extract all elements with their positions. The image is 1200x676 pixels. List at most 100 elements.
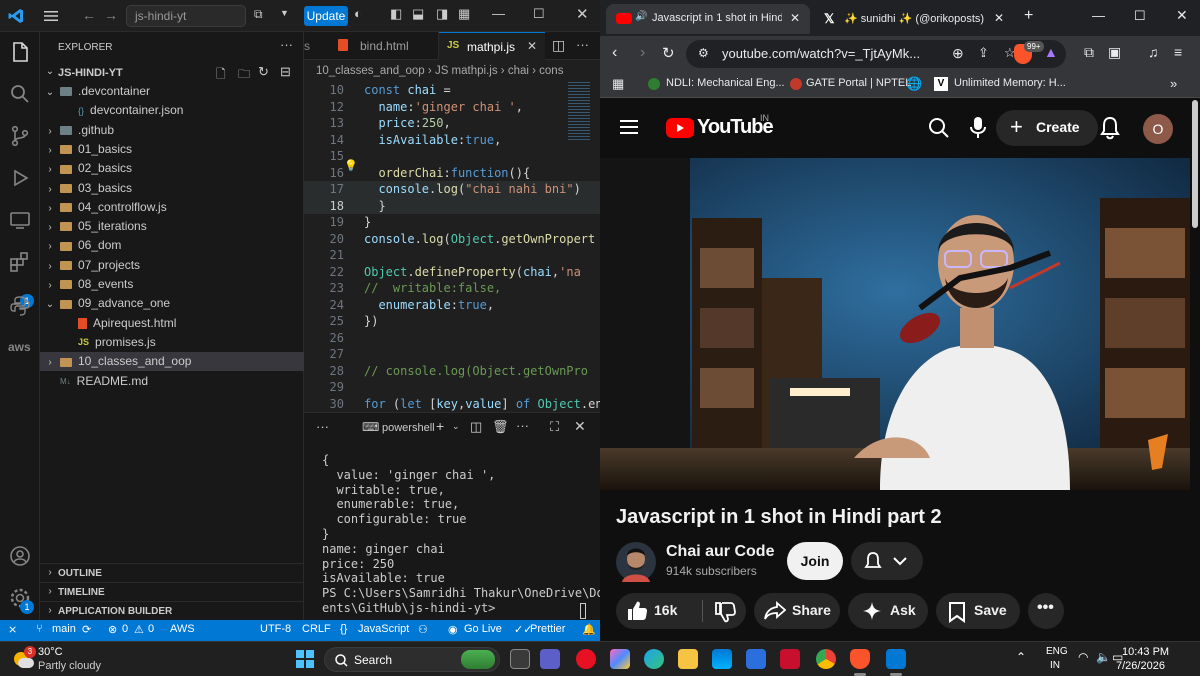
tree-item[interactable]: ⌄ 09_advance_one bbox=[40, 294, 304, 313]
source-control-icon[interactable] bbox=[8, 124, 32, 148]
tree-item[interactable]: ⌄ .devcontainer bbox=[40, 82, 304, 101]
chevron-down-icon[interactable]: ▼ bbox=[280, 8, 289, 18]
language-top[interactable]: ENG bbox=[1046, 646, 1068, 657]
split-editor-icon[interactable]: ◫ bbox=[552, 37, 565, 54]
ask-button[interactable]: Ask bbox=[848, 593, 928, 629]
tree-item[interactable]: › 02_basics bbox=[40, 159, 304, 178]
collapse-all-icon[interactable]: ⊟ bbox=[280, 64, 291, 80]
terminal-dropdown-icon[interactable]: ⌄ bbox=[452, 421, 460, 432]
panel-more-icon[interactable]: ··· bbox=[316, 419, 329, 434]
forward-icon[interactable]: › bbox=[640, 44, 645, 62]
tab-mathpi-js[interactable]: JS mathpi.js ✕ bbox=[439, 32, 545, 61]
tree-item[interactable]: › 07_projects bbox=[40, 256, 304, 275]
close-icon[interactable]: ✕ bbox=[576, 5, 589, 23]
terminal-more-icon[interactable]: ··· bbox=[516, 418, 529, 433]
account-icon[interactable] bbox=[8, 544, 32, 568]
notifications-icon[interactable]: 🔔 bbox=[582, 623, 596, 636]
tab-overflow[interactable]: s bbox=[304, 32, 324, 60]
avatar[interactable]: O bbox=[1143, 114, 1173, 144]
tree-item[interactable]: › 04_controlflow.js bbox=[40, 198, 304, 217]
bookmark-gate-portal[interactable]: GATE Portal | NPTEL bbox=[806, 77, 911, 89]
reload-icon[interactable]: ↻ bbox=[662, 44, 675, 62]
refresh-icon[interactable]: ↻ bbox=[258, 64, 269, 80]
zoom-icon[interactable]: ⊕ bbox=[952, 45, 964, 62]
tree-item[interactable]: JS promises.js bbox=[40, 333, 304, 352]
channel-name[interactable]: Chai aur Code bbox=[666, 543, 774, 561]
chrome-icon[interactable] bbox=[816, 649, 836, 669]
more-actions-icon[interactable]: ··· bbox=[280, 37, 293, 52]
tree-item[interactable]: › 06_dom bbox=[40, 236, 304, 255]
globe-icon[interactable]: 🌐 bbox=[906, 76, 922, 92]
bookmarks-overflow-icon[interactable]: » bbox=[1170, 76, 1177, 91]
youtube-logo-icon[interactable] bbox=[666, 118, 694, 138]
tree-item[interactable]: › 01_basics bbox=[40, 140, 304, 159]
tree-item[interactable]: › 08_events bbox=[40, 275, 304, 294]
tree-item[interactable]: {} devcontainer.json bbox=[40, 101, 304, 120]
remote-explorer-icon[interactable] bbox=[8, 208, 32, 232]
brave-icon[interactable] bbox=[850, 649, 870, 669]
tab-youtube[interactable]: 🔊 Javascript in 1 shot in Hindi pa ✕ bbox=[606, 4, 810, 34]
new-terminal-icon[interactable]: + bbox=[436, 418, 444, 434]
media-player-icon[interactable] bbox=[576, 649, 596, 669]
clock-date[interactable]: 7/26/2026 bbox=[1116, 660, 1165, 672]
weather-temp[interactable]: 30°C bbox=[38, 646, 63, 658]
weather-desc[interactable]: Partly cloudy bbox=[38, 660, 101, 672]
toggle-sidebar-icon[interactable]: ◧ bbox=[390, 6, 402, 22]
new-tab-icon[interactable]: + bbox=[1024, 7, 1033, 25]
notifications-bell-icon[interactable] bbox=[1100, 116, 1120, 140]
application-builder-section[interactable]: › APPLICATION BUILDER bbox=[40, 601, 304, 620]
windows-start-icon[interactable] bbox=[296, 650, 314, 668]
minimize-icon[interactable]: — bbox=[1092, 8, 1105, 23]
wifi-icon[interactable]: ◠ bbox=[1078, 650, 1088, 664]
search-icon[interactable] bbox=[928, 117, 950, 139]
speaker-icon[interactable]: 🔈 bbox=[1096, 650, 1111, 664]
browser-menu-icon[interactable]: ≡ bbox=[1174, 44, 1182, 60]
menu-icon[interactable] bbox=[44, 10, 58, 22]
warnings-icon[interactable]: ⚠ bbox=[134, 623, 144, 636]
teams-icon[interactable] bbox=[540, 649, 560, 669]
bookmark-ndli[interactable]: NDLI: Mechanical Eng... bbox=[666, 77, 785, 89]
sidebar-icon[interactable]: ▣ bbox=[1108, 44, 1121, 61]
breadcrumb[interactable]: 10_classes_and_oop › JS mathpi.js › chai… bbox=[304, 60, 600, 82]
extensions-icon[interactable] bbox=[8, 250, 32, 274]
copilot-icon[interactable]: ⧉ bbox=[254, 7, 263, 22]
aws-icon[interactable]: aws bbox=[8, 340, 31, 354]
channel-avatar[interactable] bbox=[616, 542, 656, 582]
command-center[interactable]: js-hindi-yt bbox=[126, 5, 246, 27]
file-explorer-icon[interactable] bbox=[678, 649, 698, 669]
run-debug-icon[interactable] bbox=[8, 166, 32, 190]
tree-item[interactable]: › .github bbox=[40, 121, 304, 140]
more-actions-button[interactable]: ••• bbox=[1028, 593, 1064, 629]
save-button[interactable]: Save bbox=[936, 593, 1020, 629]
close-tab-icon[interactable]: ✕ bbox=[994, 11, 1004, 25]
page-scrollbar[interactable] bbox=[1192, 100, 1198, 228]
sync-icon[interactable]: ⟳ bbox=[82, 623, 91, 636]
vscode-taskbar-icon[interactable] bbox=[886, 649, 906, 669]
apps-grid-icon[interactable]: ▦ bbox=[612, 76, 624, 92]
trash-icon[interactable]: 🗑 bbox=[492, 419, 509, 435]
hamburger-menu-icon[interactable] bbox=[620, 119, 638, 135]
toggle-secondary-sidebar-icon[interactable]: ◨ bbox=[436, 6, 448, 22]
maximize-icon[interactable]: ☐ bbox=[1134, 8, 1146, 24]
tab-x[interactable]: 𝕏 ✨ sunidhi ✨ (@orikoposts) / X ✕ bbox=[814, 4, 1010, 34]
tab-bind-html[interactable]: bind.html bbox=[324, 32, 439, 60]
update-button[interactable]: Update bbox=[304, 6, 348, 26]
remote-icon[interactable]: ⨯ bbox=[8, 623, 17, 636]
microsoft-store-icon[interactable] bbox=[712, 649, 732, 669]
code-editor[interactable]: 10 const chai = 12 name:'ginger chai ', 13 … bbox=[304, 82, 600, 412]
toggle-panel-icon[interactable]: ⬓ bbox=[412, 6, 424, 22]
language-bottom[interactable]: IN bbox=[1050, 660, 1060, 671]
lightbulb-icon[interactable]: 💡 bbox=[344, 159, 358, 172]
like-button[interactable]: 16k bbox=[616, 593, 702, 629]
minimap[interactable] bbox=[568, 82, 590, 142]
breadcrumb-file[interactable]: JS mathpi.js bbox=[435, 65, 498, 77]
copilot-status-icon[interactable]: ⚇ bbox=[418, 623, 428, 636]
back-icon[interactable]: ‹ bbox=[612, 44, 617, 62]
site-settings-icon[interactable]: ⚙ bbox=[698, 46, 709, 60]
tree-item[interactable]: › 03_basics bbox=[40, 179, 304, 198]
tree-item[interactable]: Apirequest.html bbox=[40, 314, 304, 333]
app-icon[interactable] bbox=[746, 649, 766, 669]
close-tab-icon[interactable]: ✕ bbox=[527, 39, 537, 53]
go-live-button[interactable]: Go Live bbox=[464, 623, 502, 635]
breadcrumb-folder[interactable]: 10_classes_and_oop bbox=[316, 65, 425, 77]
